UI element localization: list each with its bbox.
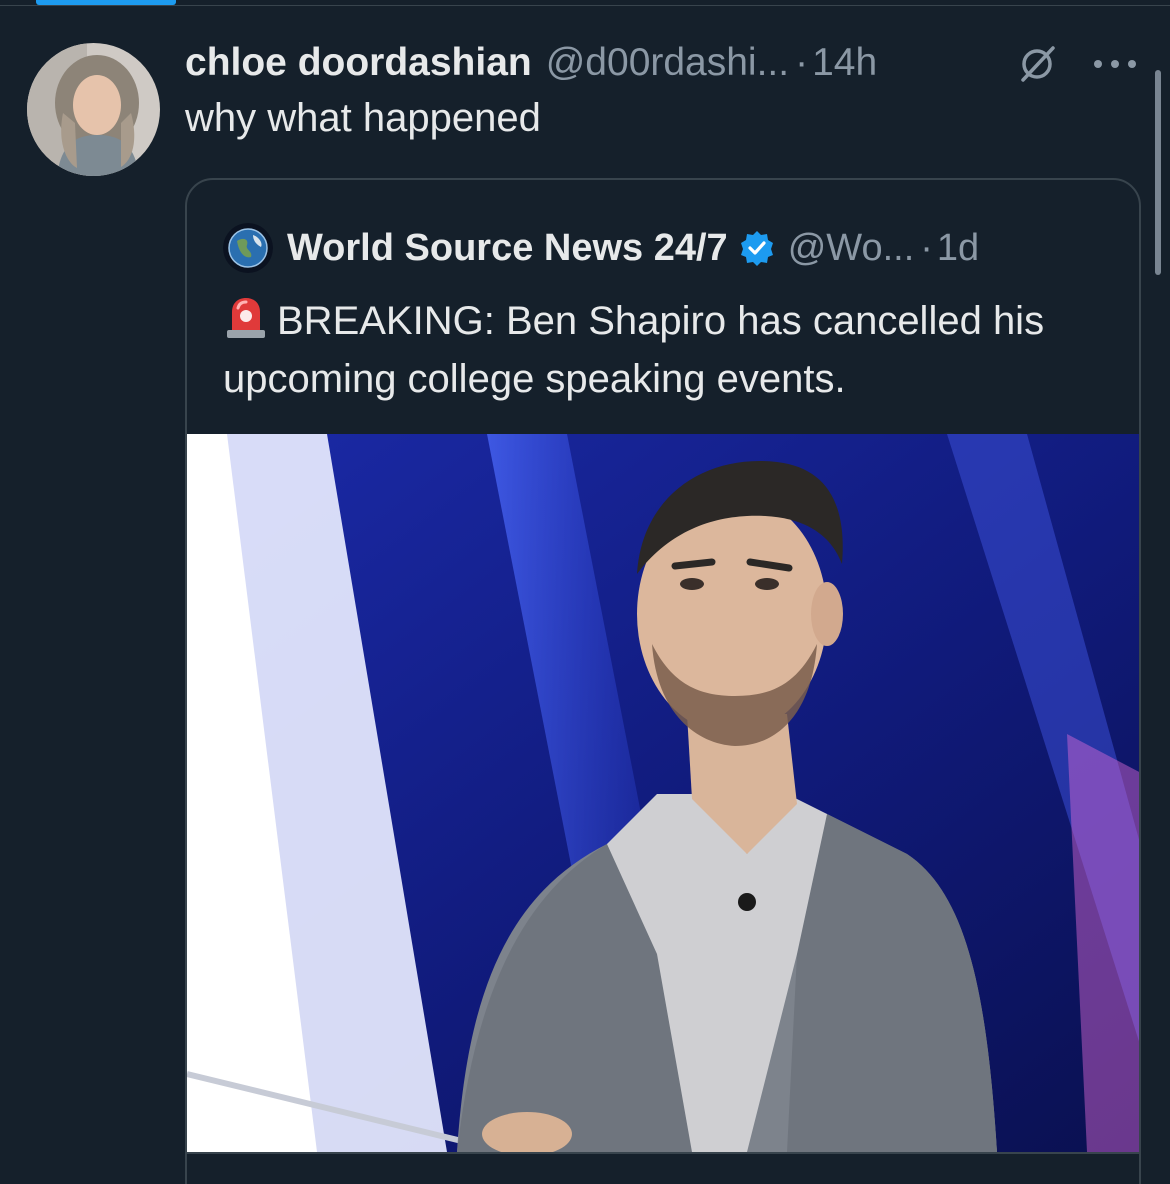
siren-icon: [227, 298, 265, 338]
quoted-tweet-body: BREAKING: Ben Shapiro has cancelled his …: [223, 299, 1045, 401]
author-avatar[interactable]: [27, 43, 160, 176]
top-divider: [0, 5, 1170, 6]
quoted-tweet-header: World Source News 24/7 @Wo... · 1d: [223, 222, 979, 274]
quoted-tweet-card[interactable]: World Source News 24/7 @Wo... · 1d BREAK…: [185, 178, 1141, 1184]
author-handle[interactable]: @d00rdashi...: [546, 41, 789, 85]
scrollbar[interactable]: [1155, 70, 1161, 275]
timeline: chloe doordashian @d00rdashi... · 14h wh…: [0, 0, 1170, 1184]
quoted-tweet-text: BREAKING: Ben Shapiro has cancelled his …: [223, 292, 1123, 408]
tweet-header: chloe doordashian @d00rdashi... · 14h: [185, 38, 877, 88]
author-name[interactable]: chloe doordashian: [185, 41, 532, 85]
tweet-time[interactable]: 14h: [812, 41, 877, 85]
tweet-text: why what happened: [185, 96, 541, 140]
quoted-tweet-photo[interactable]: [187, 434, 1139, 1152]
verified-badge-icon: [740, 231, 773, 266]
globe-avatar-icon[interactable]: [223, 223, 273, 273]
meta-separator: ·: [795, 41, 809, 84]
active-tab-indicator: [36, 0, 176, 5]
grok-icon[interactable]: [1015, 42, 1059, 86]
quoted-card-footer-divider: [187, 1152, 1139, 1154]
quoted-tweet-time[interactable]: 1d: [937, 227, 979, 270]
quoted-author-name[interactable]: World Source News 24/7: [287, 227, 728, 270]
quoted-author-handle[interactable]: @Wo...: [788, 227, 915, 270]
more-icon[interactable]: [1090, 54, 1140, 74]
quoted-meta-separator: ·: [920, 226, 933, 269]
